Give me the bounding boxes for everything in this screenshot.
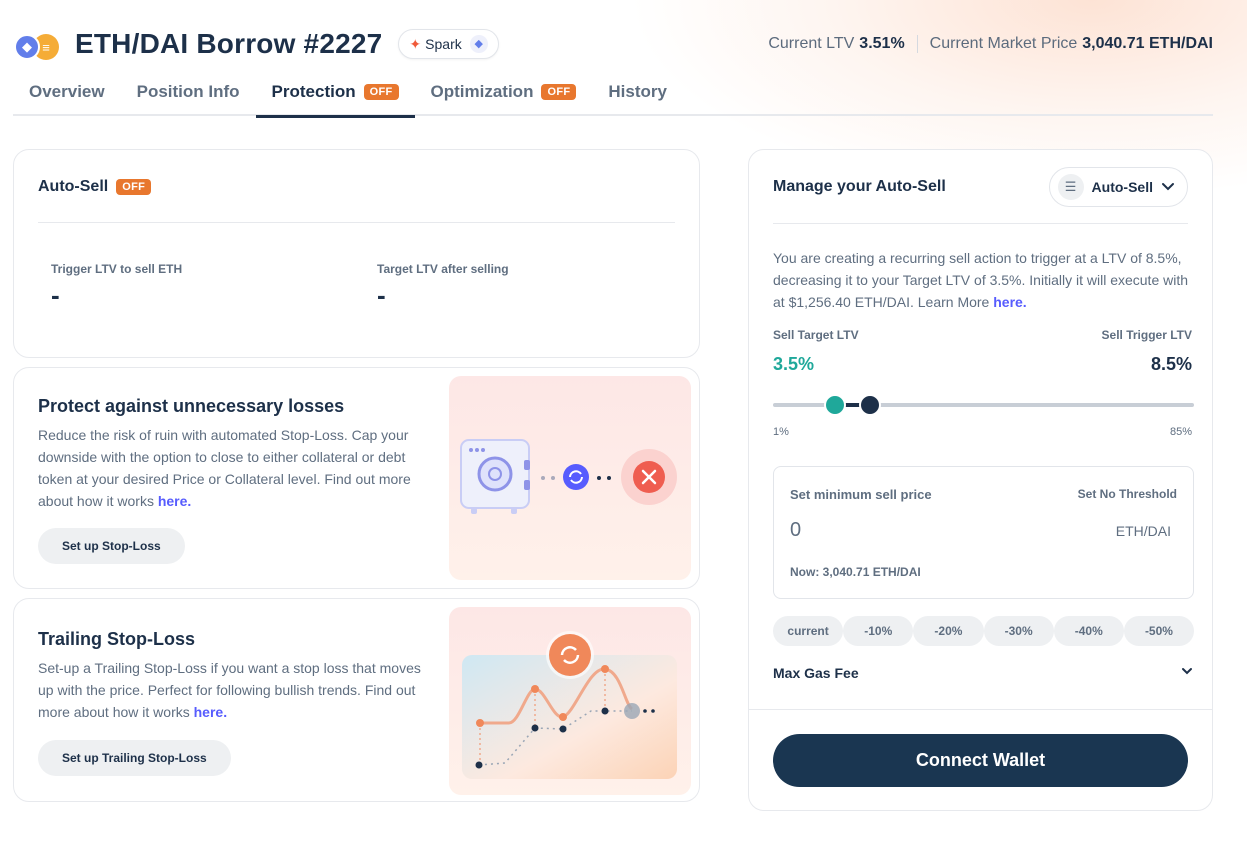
- trigger-ltv-metric: Trigger LTV to sell ETH -: [51, 262, 182, 311]
- stop-loss-learn-link[interactable]: here.: [158, 493, 191, 509]
- stop-loss-text: Reduce the risk of ruin with automated S…: [38, 424, 433, 512]
- automation-type-value: Auto-Sell: [1091, 179, 1153, 195]
- chevron-down-icon: [1180, 664, 1194, 681]
- stop-loss-title: Protect against unnecessary losses: [38, 396, 345, 416]
- token-pair-icons: ◆ ≡: [13, 28, 61, 60]
- set-no-threshold-button[interactable]: Set No Threshold: [1078, 487, 1177, 501]
- target-ltv-metric: Target LTV after selling -: [377, 262, 509, 311]
- vault-illustration-icon: [460, 439, 677, 514]
- page-title: ETH/DAI Borrow #2227: [75, 28, 383, 59]
- status-badge: OFF: [363, 84, 399, 100]
- protocol-badge: ✦ Spark ◆: [398, 29, 499, 59]
- spark-star-icon: ✦: [409, 35, 422, 52]
- stop-loss-card: Protect against unnecessary losses Reduc…: [13, 367, 700, 589]
- setup-trailing-stop-loss-button[interactable]: Set up Trailing Stop-Loss: [38, 740, 231, 776]
- autosell-header: Auto-Sell OFF: [38, 178, 152, 196]
- trailing-stop-loss-text: Set-up a Trailing Stop-Loss if you want …: [38, 657, 433, 723]
- preset-minus-30-button[interactable]: -30%: [983, 616, 1054, 646]
- slider-min-label: 1%: [773, 426, 789, 438]
- target-ltv-label: Target LTV after selling: [377, 262, 509, 276]
- chevron-down-icon: [1161, 179, 1175, 196]
- min-sell-price-input[interactable]: [790, 519, 1090, 542]
- market-price-value: 3,040.71 ETH/DAI: [1082, 35, 1213, 52]
- preset-minus-20-button[interactable]: -20%: [913, 616, 984, 646]
- preset-minus-40-button[interactable]: -40%: [1053, 616, 1124, 646]
- ethereum-icon: ◆: [469, 35, 488, 53]
- tab-optimization[interactable]: Optimization OFF: [415, 68, 593, 116]
- trailing-stop-loss-description: Set-up a Trailing Stop-Loss if you want …: [38, 660, 421, 720]
- automation-type-dropdown[interactable]: ☰ Auto-Sell: [1048, 167, 1188, 207]
- sell-target-ltv-label: Sell Target LTV: [773, 328, 859, 342]
- tab-label: History: [608, 82, 667, 101]
- trigger-ltv-value: -: [51, 280, 60, 310]
- header-stats: Current LTV 3.51% Current Market Price 3…: [768, 35, 1213, 53]
- market-price-label: Current Market Price: [929, 35, 1078, 52]
- page-header: ◆ ≡ ETH/DAI Borrow #2227 ✦ Spark ◆ Curre…: [13, 22, 1213, 66]
- sliders-icon: ☰: [1057, 174, 1084, 200]
- setup-stop-loss-button[interactable]: Set up Stop-Loss: [38, 528, 185, 564]
- stat-divider: [916, 35, 918, 53]
- current-ltv-label: Current LTV: [768, 35, 855, 52]
- target-ltv-value: -: [377, 280, 386, 310]
- current-ltv-value: 3.51%: [859, 35, 905, 52]
- tab-overview[interactable]: Overview: [13, 68, 121, 116]
- sell-trigger-ltv-label: Sell Trigger LTV: [1101, 328, 1192, 342]
- preset-minus-10-button[interactable]: -10%: [843, 616, 914, 646]
- autosell-description-text: You are creating a recurring sell action…: [773, 250, 1189, 310]
- autosell-summary-card: Auto-Sell OFF Trigger LTV to sell ETH - …: [13, 149, 700, 358]
- ethereum-icon: ◆: [14, 34, 40, 60]
- manage-autosell-panel: Manage your Auto-Sell ☰ Auto-Sell You ar…: [748, 149, 1213, 811]
- status-badge: OFF: [116, 179, 152, 195]
- preset-current-button[interactable]: current: [773, 616, 844, 646]
- sell-target-ltv-value: 3.5%: [773, 354, 815, 374]
- min-sell-price-box: Set minimum sell price Set No Threshold …: [773, 466, 1194, 599]
- tab-position-info[interactable]: Position Info: [121, 68, 256, 116]
- tab-bar: Overview Position Info Protection OFF Op…: [13, 68, 1213, 118]
- tab-history[interactable]: History: [592, 68, 683, 116]
- min-sell-price-unit: ETH/DAI: [1115, 523, 1171, 539]
- max-gas-fee-toggle[interactable]: Max Gas Fee: [773, 664, 1194, 681]
- autosell-description: You are creating a recurring sell action…: [773, 247, 1193, 313]
- trigger-ltv-handle[interactable]: [859, 394, 882, 416]
- manage-title: Manage your Auto-Sell: [773, 178, 946, 195]
- protocol-name: Spark: [425, 36, 462, 52]
- slider-max-label: 85%: [1169, 426, 1192, 438]
- trailing-stop-loss-card: Trailing Stop-Loss Set-up a Trailing Sto…: [13, 598, 700, 802]
- connect-wallet-button[interactable]: Connect Wallet: [773, 734, 1188, 787]
- trailing-stop-loss-illustration: [449, 607, 691, 795]
- divider: [749, 709, 1212, 710]
- preset-minus-50-button[interactable]: -50%: [1123, 616, 1195, 646]
- current-price-note: Now: 3,040.71 ETH/DAI: [790, 565, 921, 579]
- target-ltv-handle[interactable]: [823, 394, 846, 416]
- autosell-title: Auto-Sell: [38, 178, 109, 195]
- tab-label: Position Info: [136, 82, 240, 101]
- divider: [38, 222, 675, 223]
- stop-loss-illustration: [449, 376, 691, 580]
- trend-chart-illustration-icon: [462, 631, 677, 779]
- divider: [773, 223, 1188, 224]
- sell-trigger-ltv-value: 8.5%: [1150, 354, 1192, 374]
- max-gas-fee-label: Max Gas Fee: [773, 664, 859, 681]
- stop-loss-description: Reduce the risk of ruin with automated S…: [38, 427, 411, 509]
- ltv-range-slider[interactable]: [773, 394, 1194, 416]
- trigger-ltv-label: Trigger LTV to sell ETH: [51, 262, 183, 276]
- tab-protection[interactable]: Protection OFF: [255, 68, 415, 118]
- status-badge: OFF: [541, 84, 577, 100]
- learn-more-link[interactable]: here.: [993, 294, 1026, 310]
- tab-label: Overview: [29, 82, 105, 101]
- trailing-stop-loss-title: Trailing Stop-Loss: [38, 629, 196, 649]
- min-sell-price-label: Set minimum sell price: [790, 487, 932, 502]
- tab-label: Optimization: [430, 82, 534, 101]
- trailing-stop-loss-learn-link[interactable]: here.: [194, 704, 227, 720]
- tab-label: Protection: [271, 82, 356, 101]
- price-preset-chips: current -10% -20% -30% -40% -50%: [773, 616, 1195, 646]
